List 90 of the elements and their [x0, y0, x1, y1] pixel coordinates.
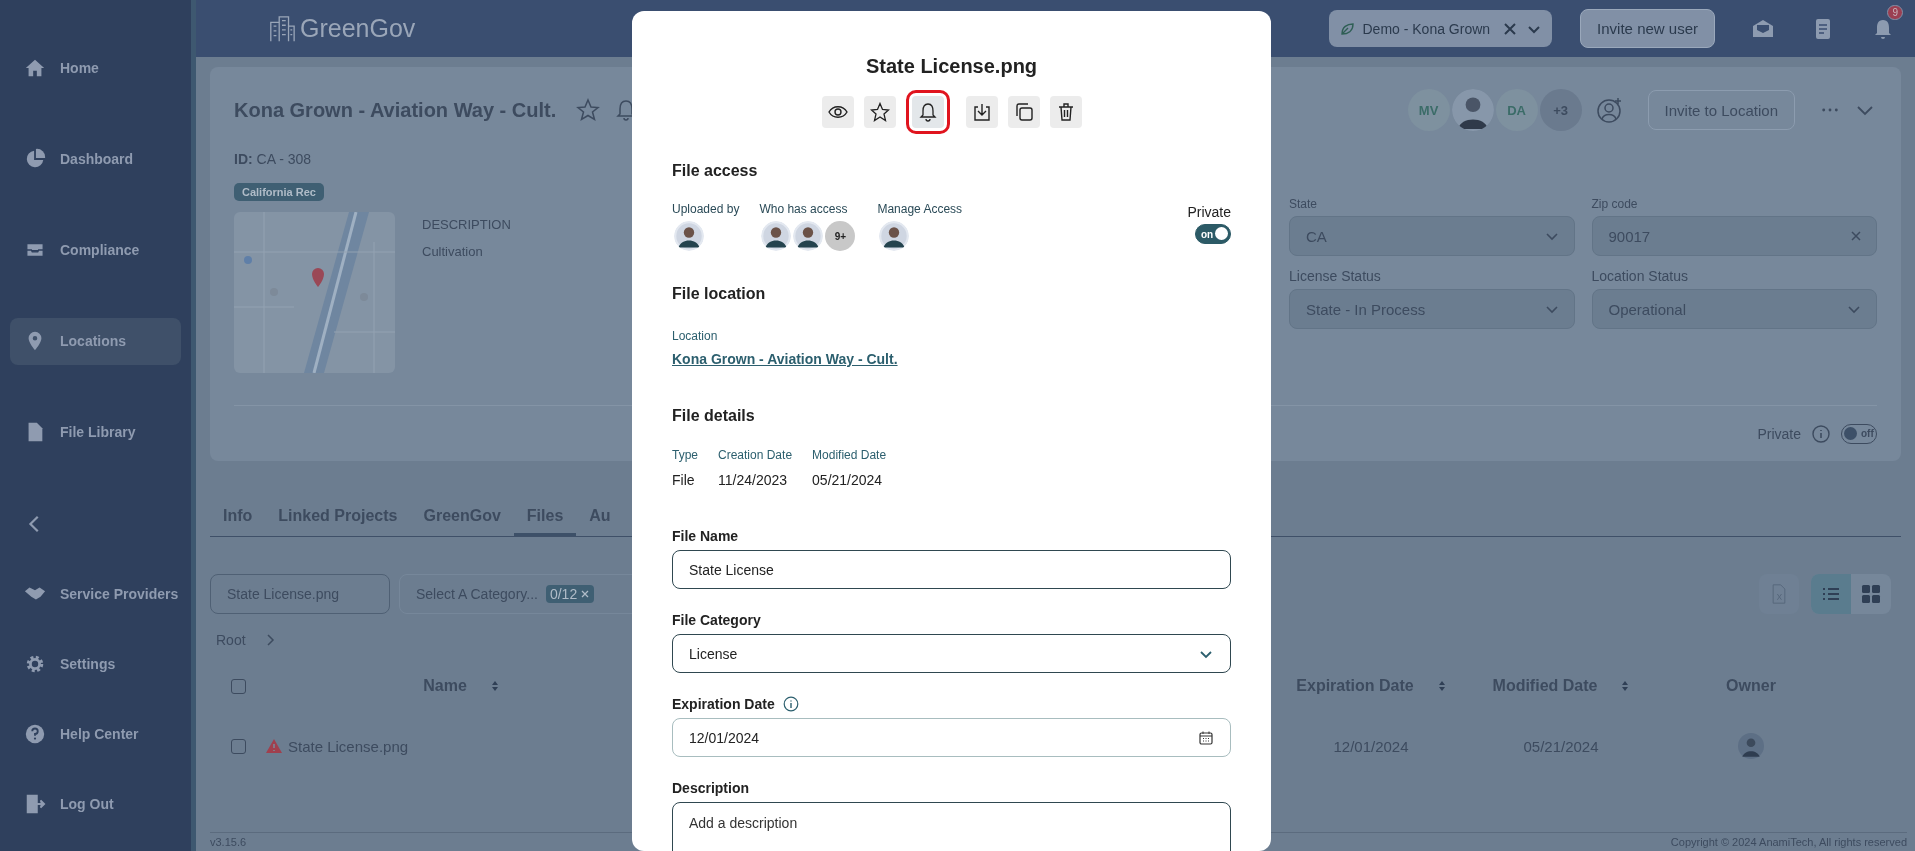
member-avatar[interactable] — [1451, 89, 1494, 131]
field-label: Description — [672, 780, 749, 796]
category-select[interactable]: License — [672, 634, 1231, 673]
field-label: File Category — [672, 612, 761, 628]
info-icon[interactable] — [782, 696, 799, 712]
close-icon[interactable] — [1502, 20, 1519, 37]
sidebar-item[interactable]: Dashboard — [10, 135, 181, 183]
sidebar-item[interactable]: Compliance — [10, 226, 181, 274]
invite-user-button[interactable]: Invite new user — [1580, 9, 1715, 48]
sidebar-item[interactable]: Log Out — [10, 780, 181, 829]
location-id: ID: CA - 308 — [234, 151, 312, 167]
field-label: Expiration Date — [672, 696, 775, 712]
select-all-checkbox[interactable] — [231, 678, 246, 694]
sort-icon[interactable] — [490, 680, 499, 692]
favorite-button[interactable] — [863, 96, 896, 128]
copy-button[interactable] — [1007, 96, 1040, 128]
help-icon — [24, 723, 46, 746]
access-label: Uploaded by — [672, 202, 740, 216]
invite-to-location-button[interactable]: Invite to Location — [1647, 90, 1795, 130]
member-avatar[interactable]: DA — [1495, 89, 1538, 131]
access-label: Manage Access — [877, 202, 963, 216]
list-view-button[interactable] — [1811, 574, 1851, 614]
region-tag: California Rec — [234, 183, 324, 201]
more-users-count[interactable]: 9+ — [825, 221, 856, 251]
detail-value: 05/21/2024 — [812, 472, 884, 488]
category-count-badge[interactable]: 0/12 — [545, 585, 595, 603]
star-icon — [869, 102, 890, 122]
location-link[interactable]: Kona Grown - Aviation Way - Cult. — [672, 351, 898, 367]
user-avatar[interactable] — [674, 221, 704, 251]
sort-icon[interactable] — [1621, 680, 1630, 692]
sidebar-item[interactable]: Service Providers — [10, 570, 181, 618]
leaf-icon — [1338, 20, 1355, 37]
field-label: File Name — [672, 528, 739, 544]
detail-label: Modified Date — [812, 448, 887, 462]
sidebar-item[interactable]: Locations — [10, 317, 181, 365]
view-button[interactable] — [821, 96, 854, 128]
section-heading: File details — [672, 407, 756, 425]
detail-value: File — [672, 472, 696, 488]
field-label: Location Status — [1591, 268, 1689, 284]
sidebar-item[interactable]: Home — [10, 44, 181, 92]
access-label: Who has access — [759, 202, 849, 216]
gear-icon — [24, 653, 46, 675]
row-checkbox[interactable] — [231, 738, 246, 754]
notification-badge: 9 — [1887, 4, 1903, 20]
close-icon[interactable] — [580, 589, 591, 599]
sidebar-item[interactable]: Settings — [10, 640, 181, 688]
member-avatar[interactable]: MV — [1407, 89, 1450, 131]
star-icon[interactable] — [576, 98, 601, 122]
bell-icon — [917, 102, 938, 122]
dialog-title: State License.png — [864, 55, 1039, 78]
pie-icon — [24, 147, 46, 170]
location-label: Location — [672, 329, 719, 343]
sidebar-item[interactable]: Help Center — [10, 710, 181, 758]
info-icon — [1811, 423, 1831, 444]
private-label: Private — [1187, 204, 1231, 220]
grid-icon — [1861, 584, 1881, 604]
section-heading: File location — [672, 285, 767, 303]
date-input[interactable]: 12/01/2024 — [672, 718, 1231, 757]
more-icon[interactable] — [1821, 107, 1839, 113]
buildings-icon — [268, 14, 296, 43]
field-label: State — [1289, 197, 1319, 211]
field-label: Zip code — [1591, 197, 1639, 211]
description-text: Cultivation — [422, 244, 484, 259]
file-name-input[interactable]: State License — [672, 550, 1231, 589]
private-toggle[interactable]: on — [1195, 224, 1231, 244]
add-user-icon[interactable] — [1595, 96, 1624, 124]
sort-icon[interactable] — [1437, 680, 1446, 692]
calendar-icon[interactable] — [1198, 729, 1214, 746]
section-heading: File access — [672, 162, 759, 180]
private-label: Private — [1757, 425, 1801, 442]
description-label: DESCRIPTION — [422, 217, 511, 232]
field-label: License Status — [1289, 268, 1382, 284]
download-button[interactable] — [965, 96, 998, 128]
detail-value: 11/24/2023 — [718, 472, 789, 488]
user-avatar[interactable] — [793, 221, 824, 251]
sidebar-item[interactable]: File Library — [10, 408, 181, 456]
app-logo: GreenGov — [300, 14, 416, 43]
logout-icon — [24, 793, 46, 816]
download-icon — [971, 102, 992, 122]
location-title: Kona Grown - Aviation Way - Cult. — [234, 98, 557, 122]
delete-button[interactable] — [1049, 96, 1082, 128]
detail-label: Creation Date — [718, 448, 793, 462]
description-input[interactable]: Add a description — [672, 802, 1231, 851]
user-avatar[interactable] — [879, 221, 910, 251]
copy-icon — [1013, 102, 1034, 122]
user-avatar[interactable] — [761, 221, 792, 251]
owner-avatar[interactable] — [1738, 733, 1764, 759]
clear-icon[interactable] — [1850, 230, 1862, 242]
detail-label: Type — [672, 448, 698, 462]
organization-select[interactable]: Demo - Kona Grown — [1328, 10, 1553, 47]
